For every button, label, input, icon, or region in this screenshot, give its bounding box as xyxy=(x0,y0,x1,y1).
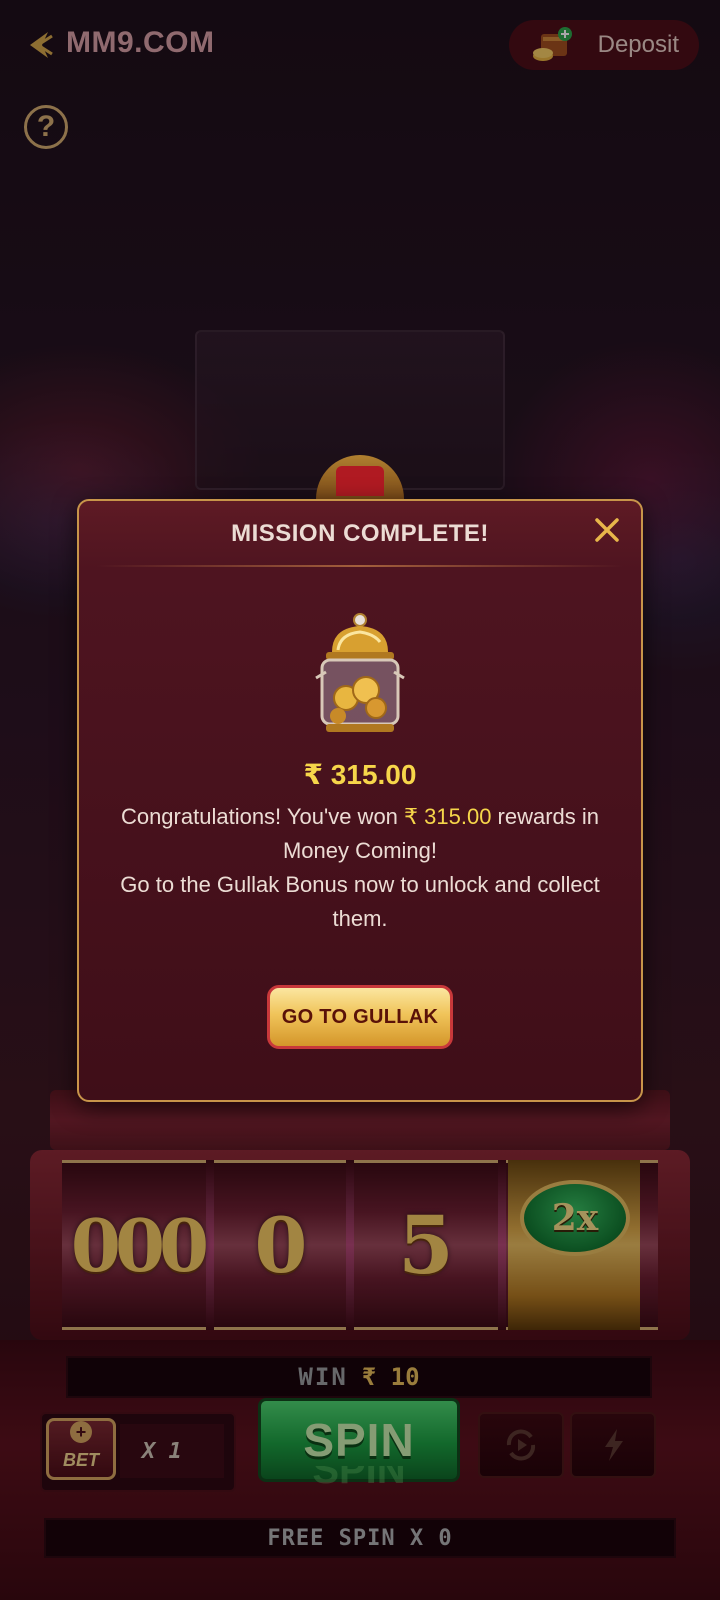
gullak-jar-icon xyxy=(315,613,405,732)
dialog-message: Congratulations! You've won ₹ 315.00 rew… xyxy=(97,800,623,936)
message-text: Congratulations! You've won xyxy=(120,804,405,829)
modal-top-ornament-inner xyxy=(336,466,384,496)
go-to-gullak-button[interactable]: GO TO GULLAK xyxy=(267,985,453,1049)
dialog-divider xyxy=(97,565,623,567)
dialog-title: MISSION COMPLETE! xyxy=(231,520,489,547)
message-instruction: Go to the Gullak Bonus now to unlock and… xyxy=(120,872,600,931)
message-amount: ₹ 315.00 xyxy=(404,804,492,829)
close-icon[interactable] xyxy=(592,515,622,545)
reward-amount: ₹ 315.00 xyxy=(303,759,417,790)
